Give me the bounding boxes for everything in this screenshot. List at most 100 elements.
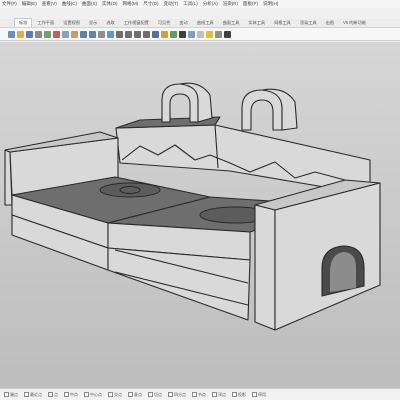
checkbox[interactable] (212, 391, 217, 397)
menu-item[interactable]: 分析(A) (203, 1, 218, 7)
checkbox[interactable] (84, 391, 89, 397)
paste-icon[interactable] (71, 30, 78, 38)
copy-icon[interactable] (62, 30, 69, 38)
checkbox[interactable] (48, 391, 53, 397)
zoom-icon[interactable] (116, 30, 123, 38)
save-icon[interactable] (26, 30, 33, 38)
toolbar-tab[interactable]: 设置视图 (59, 19, 84, 27)
toolbar-tab[interactable]: 显示 (85, 19, 101, 27)
right-armrest-arch-inner (330, 252, 356, 292)
osnap-label: 停用 (258, 391, 266, 397)
menu-item[interactable]: 编辑(E) (22, 1, 37, 7)
toolbar-tab[interactable]: V6 的新功能 (339, 19, 370, 27)
osnap-toggle[interactable]: 端点 (4, 392, 18, 398)
cut-icon[interactable] (53, 30, 60, 38)
right-armrest-inner (254, 204, 276, 331)
menu-item[interactable]: 说明(H) (263, 1, 278, 7)
toolbar-tab[interactable]: 标准 (14, 18, 33, 27)
left-seat-emblem (99, 182, 161, 198)
zoom-selected-icon[interactable] (143, 30, 150, 38)
select-icon[interactable] (161, 30, 168, 38)
checkbox[interactable] (252, 391, 257, 397)
osnap-toggle[interactable]: 顶点 (212, 392, 226, 398)
osnap-label: 四分点 (174, 391, 186, 397)
toolbar-tab[interactable]: 工作视窗配置 (120, 19, 153, 27)
osnap-label: 中心点 (90, 391, 102, 397)
zoom-window-icon[interactable] (125, 30, 132, 38)
light-icon[interactable] (206, 30, 213, 38)
checkbox[interactable] (24, 391, 29, 397)
status-bar: 端点 最近点 点 中点 中心点 交点 垂点 切点 四分点 节点 顶点 投影 停用 (0, 388, 400, 400)
osnap-label: 最近点 (30, 391, 42, 397)
properties-icon[interactable] (179, 30, 186, 38)
toolbar-tab[interactable]: 可见性 (154, 19, 175, 27)
menu-item[interactable]: 网格(M) (123, 1, 139, 7)
toolbar-tab[interactable]: 选取 (102, 19, 118, 27)
toolbar-tab[interactable]: 网格工具 (270, 19, 295, 27)
checkbox[interactable] (192, 391, 197, 397)
new-icon[interactable] (8, 30, 15, 38)
osnap-toggle[interactable]: 四分点 (168, 392, 186, 398)
menu-item[interactable]: 实体(O) (102, 1, 118, 7)
perspective-viewport[interactable] (0, 42, 400, 388)
osnap-toggle[interactable]: 中心点 (84, 392, 102, 398)
open-icon[interactable] (17, 30, 24, 38)
four-views-icon[interactable] (152, 30, 159, 38)
osnap-label: 交点 (114, 391, 122, 397)
help-icon[interactable] (224, 30, 231, 38)
osnap-label: 切点 (154, 391, 162, 397)
osnap-toggle[interactable]: 中点 (64, 392, 78, 398)
osnap-toggle[interactable]: 节点 (192, 392, 206, 398)
osnap-label: 端点 (10, 391, 18, 397)
menu-item[interactable]: 曲面(S) (82, 1, 97, 7)
checkbox[interactable] (128, 391, 133, 397)
checkbox[interactable] (108, 391, 113, 397)
menu-item[interactable]: 尺寸(D) (143, 1, 158, 7)
osnap-toggle[interactable]: 垂点 (128, 392, 142, 398)
checkbox[interactable] (64, 391, 69, 397)
menu-item[interactable]: 文件(F) (2, 1, 17, 7)
render-icon[interactable] (188, 30, 195, 38)
rotate-view-icon[interactable] (107, 30, 114, 38)
toolbar-tab[interactable]: 曲面工具 (219, 19, 244, 27)
toolbar-tab[interactable]: 曲线工具 (193, 19, 218, 27)
layer-icon[interactable] (170, 30, 177, 38)
toolbar-tab[interactable]: 变动 (175, 19, 191, 27)
model-view (4, 82, 381, 331)
menu-bar: 文件(F) 编辑(E) 查看(V) 曲线(C) 曲面(S) 实体(O) 网格(M… (0, 0, 400, 8)
osnap-toggle[interactable]: 投影 (232, 392, 246, 398)
checkbox[interactable] (148, 391, 153, 397)
toolbar-tab[interactable]: 出图 (322, 19, 338, 27)
osnap-toggle[interactable]: 最近点 (24, 392, 42, 398)
toolbar-tab[interactable]: 渲染工具 (296, 19, 321, 27)
print-icon[interactable] (35, 30, 42, 38)
checkbox[interactable] (4, 391, 9, 397)
toolbar-tab-bar: 标准 工作平面 设置视图 显示 选取 工作视窗配置 可见性 变动 曲线工具 曲面工具 实体工具 网格工… (0, 18, 400, 28)
rhino-window: 文件(F) 编辑(E) 查看(V) 曲线(C) 曲面(S) 实体(O) 网格(M… (0, 0, 400, 400)
osnap-toggle[interactable]: 切点 (148, 392, 162, 398)
material-icon[interactable] (197, 30, 204, 38)
toolbar-tab[interactable]: 工作平面 (33, 19, 58, 27)
toolbar-tab[interactable]: 实体工具 (244, 19, 269, 27)
menu-item[interactable]: 渲染(R) (223, 1, 238, 7)
osnap-toggle[interactable]: 停用 (252, 392, 266, 398)
menu-item[interactable]: 工具(L) (183, 1, 198, 7)
checkbox[interactable] (232, 391, 237, 397)
menu-item[interactable]: 查看(V) (42, 1, 57, 7)
options-icon[interactable] (215, 30, 222, 38)
checkbox[interactable] (168, 391, 173, 397)
menu-item[interactable]: 曲线(C) (62, 1, 77, 7)
osnap-toggle[interactable]: 点 (48, 392, 58, 398)
zoom-extents-icon[interactable] (134, 30, 141, 38)
menu-item[interactable]: 面板(P) (243, 1, 258, 7)
right-drawer (107, 247, 251, 321)
redo-icon[interactable] (89, 30, 96, 38)
standard-toolbar (0, 28, 400, 41)
menu-item[interactable]: 变动(T) (164, 1, 179, 7)
undo-icon[interactable] (80, 30, 87, 38)
osnap-toggle[interactable]: 交点 (108, 392, 122, 398)
pan-icon[interactable] (98, 30, 105, 38)
arch-handle-left (161, 83, 199, 123)
import-icon[interactable] (44, 30, 51, 38)
arch-handle-right (241, 89, 283, 131)
